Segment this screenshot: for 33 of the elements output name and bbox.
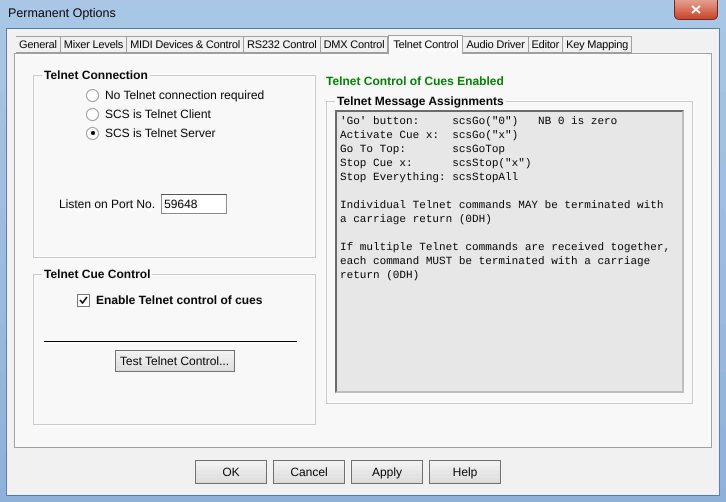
check-icon xyxy=(79,296,88,304)
tab[interactable]: Audio Driver xyxy=(463,36,529,53)
port-label: Listen on Port No. xyxy=(59,197,156,211)
group-title: Telnet Message Assignments xyxy=(336,94,505,108)
radio-label[interactable]: SCS is Telnet Server xyxy=(105,126,216,140)
radio-label[interactable]: No Telnet connection required xyxy=(105,88,264,102)
status-text: Telnet Control of Cues Enabled xyxy=(326,73,505,88)
tab[interactable]: DMX Control xyxy=(320,36,388,53)
dialog-button[interactable]: Apply xyxy=(351,460,423,484)
group-title: Telnet Connection xyxy=(43,68,149,82)
radio-button[interactable] xyxy=(86,126,99,140)
checkbox-label[interactable]: Enable Telnet control of cues xyxy=(96,293,262,307)
radio-button[interactable] xyxy=(86,88,99,102)
close-icon xyxy=(691,5,701,14)
port-field[interactable]: 59648 xyxy=(161,194,228,214)
dialog-button[interactable]: Cancel xyxy=(273,460,345,484)
radio-button[interactable] xyxy=(86,108,99,120)
tab[interactable]: Editor xyxy=(528,36,564,53)
test-button[interactable]: Test Telnet Control... xyxy=(114,350,234,372)
tab[interactable]: General xyxy=(16,36,61,53)
checkbox[interactable] xyxy=(77,294,90,306)
tab[interactable]: RS232 Control xyxy=(244,36,321,53)
tab[interactable]: Mixer Levels xyxy=(60,36,128,53)
tab[interactable]: Telnet Control xyxy=(388,35,464,54)
message-text-area[interactable]: 'Go' button: scsGo("0") NB 0 is zero Activate Cue x: scsGo("x") Go To Top: scsGoTop Stop Cue x: scsStop("x") Stop Everything: scsStopAll Individual Telnet commands MAY be terminated with a carriage return (0DH) If multiple Telnet commands are received together, each command MUST be terminated with a carriage return (0DH) xyxy=(335,110,684,393)
tab[interactable]: MIDI Devices & Control xyxy=(127,36,244,53)
group-title: Telnet Cue Control xyxy=(43,267,152,281)
tab[interactable]: Key Mapping xyxy=(563,36,632,53)
dialog-button[interactable]: OK xyxy=(195,460,267,484)
window-title: Permanent Options xyxy=(8,6,116,20)
radio-label[interactable]: SCS is Telnet Client xyxy=(105,107,211,121)
dialog-button[interactable]: Help xyxy=(429,460,501,484)
close-button[interactable] xyxy=(674,0,718,20)
